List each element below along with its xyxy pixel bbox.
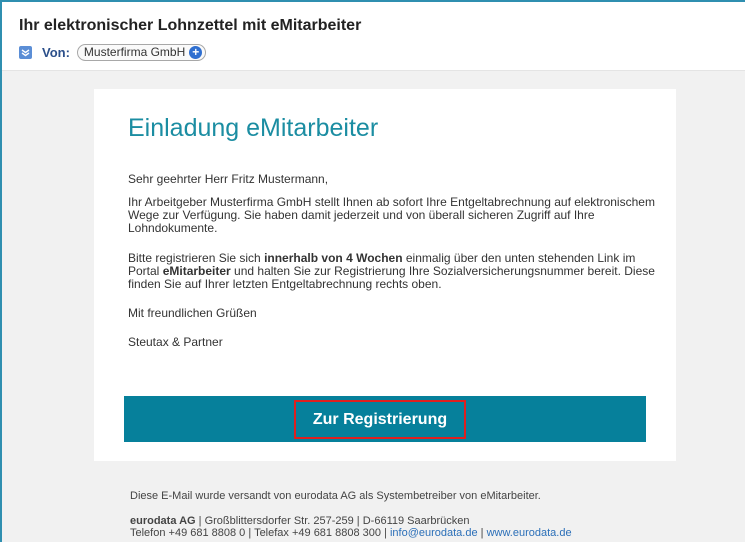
registration-text-1: Bitte registrieren Sie sich xyxy=(128,251,265,265)
email-subject: Ihr elektronischer Lohnzettel mit eMitar… xyxy=(19,17,362,34)
signature: Steutax & Partner xyxy=(128,335,223,349)
footer-website-link[interactable]: www.eurodata.de xyxy=(487,527,572,539)
footer-address-text: | Großblittersdorfer Str. 257-259 | D-66… xyxy=(195,515,470,527)
sender-chip[interactable]: Musterfirma GmbH + xyxy=(76,43,207,61)
sender-name: Musterfirma GmbH xyxy=(83,45,186,59)
footer-phone-fax: Telefon +49 681 8808 0 | Telefax +49 681… xyxy=(130,527,390,539)
footer-notice: Diese E-Mail wurde versandt von eurodata… xyxy=(130,490,541,502)
registration-deadline: innerhalb von 4 Wochen xyxy=(264,251,403,265)
cta-bar: Zur Registrierung xyxy=(124,396,646,442)
paragraph-registration: Bitte registrieren Sie sich innerhalb vo… xyxy=(128,252,658,291)
portal-name: eMitarbeiter xyxy=(162,264,231,278)
footer-company: eurodata AG xyxy=(130,515,196,527)
footer-email-link[interactable]: info@eurodata.de xyxy=(390,527,478,539)
plus-circle-icon[interactable]: + xyxy=(189,45,203,59)
collapse-chevron-icon[interactable] xyxy=(19,45,32,59)
from-row: Von: Musterfirma GmbH + xyxy=(19,42,207,62)
closing: Mit freundlichen Grüßen xyxy=(128,306,257,320)
salutation: Sehr geehrter Herr Fritz Mustermann, xyxy=(128,172,329,186)
paragraph-intro: Ihr Arbeitgeber Musterfirma GmbH stellt … xyxy=(128,195,655,235)
card-title: Einladung eMitarbeiter xyxy=(128,114,379,142)
footer-separator: | xyxy=(477,527,487,539)
mail-header: Ihr elektronischer Lohnzettel mit eMitar… xyxy=(2,2,745,71)
register-button[interactable]: Zur Registrierung xyxy=(294,400,466,439)
invitation-card: Einladung eMitarbeiter Sehr geehrter Her… xyxy=(94,89,676,461)
footer-contact: Telefon +49 681 8808 0 | Telefax +49 681… xyxy=(130,527,572,539)
footer-address: eurodata AG | Großblittersdorfer Str. 25… xyxy=(130,515,470,527)
from-label: Von: xyxy=(42,44,70,60)
